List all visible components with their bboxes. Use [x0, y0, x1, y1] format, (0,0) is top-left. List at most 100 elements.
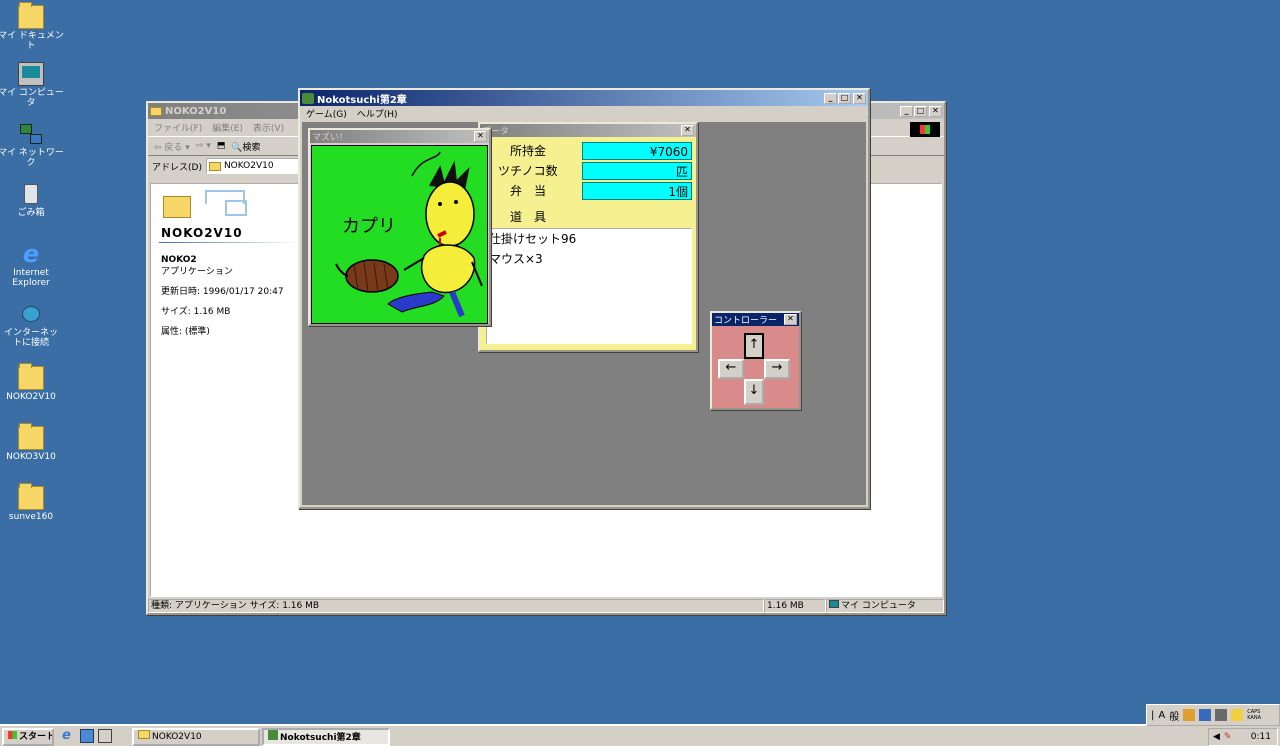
connect-icon	[18, 302, 44, 326]
window-title: Nokotsuchi第2章	[317, 94, 407, 106]
close-button[interactable]: ✕	[681, 125, 694, 136]
items-list[interactable]: 仕掛けセット96 マウス×3	[486, 228, 692, 344]
my-computer-icon	[829, 600, 839, 608]
game-menubar: ゲーム(G) ヘルプ(H)	[300, 106, 868, 120]
desktop-icon-ie[interactable]: e Internet Explorer	[0, 242, 65, 288]
ime-mode-label[interactable]: 般	[1169, 708, 1179, 723]
controller-titlebar[interactable]: コントローラー ✕	[712, 313, 799, 326]
task-explorer[interactable]: NOKO2V10	[132, 728, 260, 746]
file-info: NOKO2 アプリケーション 更新日時: 1996/01/17 20:47 サイ…	[161, 254, 284, 338]
menu-view[interactable]: 表示(V)	[253, 121, 284, 134]
menu-help[interactable]: ヘルプ(H)	[357, 107, 398, 120]
folder-icon	[163, 196, 191, 218]
status-size: 1.16 MB	[764, 599, 826, 613]
ime-help-icon[interactable]	[1231, 709, 1244, 721]
close-button[interactable]: ✕	[784, 314, 797, 325]
desktop-icon-label: Internet Explorer	[12, 268, 50, 288]
maximize-button[interactable]: □	[838, 92, 851, 104]
maximize-button[interactable]: □	[914, 105, 927, 117]
folder-icon	[138, 730, 150, 739]
event-illustration: カプリ	[311, 145, 488, 324]
my-documents-icon	[18, 2, 44, 29]
folder-icon	[18, 483, 44, 510]
close-button[interactable]: ✕	[853, 92, 866, 104]
menu-edit[interactable]: 編集(E)	[212, 121, 243, 134]
right-button[interactable]: →	[764, 359, 790, 379]
list-item[interactable]: 仕掛けセット96	[489, 229, 691, 249]
search-icon: 🔍	[231, 142, 243, 153]
desktop-icon-connect[interactable]: インターネットに接続	[0, 302, 65, 348]
address-label: アドレス(D)	[152, 162, 202, 173]
file-attributes: 属性: (標準)	[161, 327, 210, 337]
minimize-button[interactable]: _	[824, 92, 837, 104]
task-game[interactable]: Nokotsuchi第2章	[262, 728, 390, 746]
outlook-icon[interactable]	[80, 729, 94, 743]
desktop-icon-noko3v10[interactable]: NOKO3V10	[0, 423, 65, 462]
close-button[interactable]: ✕	[474, 131, 487, 142]
list-item[interactable]: マウス×3	[489, 249, 691, 269]
ime-mode-icon[interactable]: A	[1158, 710, 1165, 721]
desktop-icon-my-computer[interactable]: マイ コンピュータ	[0, 62, 65, 108]
desktop-icon-label: ごみ箱	[17, 208, 45, 218]
status-text: 種類: アプリケーション サイズ: 1.16 MB	[148, 599, 764, 613]
tsuchinoko-count-value: 匹	[582, 162, 692, 180]
show-desktop-icon[interactable]	[98, 729, 112, 743]
data-window: データ ✕ 所持金 ¥7060 ツチノコ数 匹 弁 当 1個 道 具 仕掛けセッ…	[478, 122, 698, 352]
desktop-icon-label: マイ コンピュータ	[0, 88, 64, 108]
clock: 0:11	[1250, 732, 1271, 742]
network-icon	[18, 122, 44, 146]
window-title: マズい！	[312, 133, 349, 143]
up-folder-button[interactable]: ⬒	[217, 141, 226, 151]
forward-button[interactable]: ⇨ ▾	[196, 141, 211, 151]
app-icon	[302, 92, 314, 104]
desktop-icon-label: インターネットに接続	[3, 328, 58, 348]
game-canvas: データ ✕ 所持金 ¥7060 ツチノコ数 匹 弁 当 1個 道 具 仕掛けセッ…	[302, 122, 866, 505]
ie-icon: e	[22, 240, 40, 268]
ime-handle-icon[interactable]: |	[1151, 710, 1154, 721]
controller-window: コントローラー ✕ ↑ ← → ↓	[710, 311, 801, 410]
illustration-caption: カプリ	[342, 216, 396, 237]
back-button[interactable]: ⇦ 戻る ▾	[154, 140, 190, 153]
taskbar: スタート e NOKO2V10 Nokotsuchi第2章 | A 般 CAPS…	[0, 704, 1280, 746]
ime-tool-icon[interactable]	[1215, 709, 1228, 721]
down-button[interactable]: ↓	[744, 379, 764, 405]
menu-game[interactable]: ゲーム(G)	[306, 107, 347, 120]
desktop-icon-label: NOKO3V10	[6, 452, 56, 462]
desktop-icon-sunve160[interactable]: sunve160	[0, 483, 65, 522]
desktop-icon-label: sunve160	[8, 512, 54, 522]
up-button[interactable]: ↑	[744, 333, 764, 359]
ime-pen-icon[interactable]: ✎	[1224, 732, 1232, 742]
system-tray: ◀ ✎ 0:11	[1208, 728, 1278, 746]
close-button[interactable]: ✕	[929, 105, 942, 117]
window-title: データ	[482, 127, 510, 137]
folder-icon	[18, 363, 44, 390]
game-titlebar[interactable]: Nokotsuchi第2章 _ □ ✕	[300, 90, 868, 106]
caps-kana-indicator: CAPS KANA	[1247, 709, 1261, 721]
ie-icon[interactable]: e	[62, 729, 76, 743]
left-button[interactable]: ←	[718, 359, 744, 379]
desktop-icon-noko2v10[interactable]: NOKO2V10	[0, 363, 65, 402]
desktop-icon-my-documents[interactable]: マイ ドキュメント	[0, 2, 65, 51]
bento-value: 1個	[582, 182, 692, 200]
items-label: 道 具	[510, 210, 547, 224]
desktop-icon-network[interactable]: マイ ネットワーク	[0, 122, 65, 168]
search-button[interactable]: 🔍検索	[231, 140, 260, 153]
ime-pad-icon[interactable]	[1183, 709, 1196, 721]
popup-titlebar[interactable]: マズい！ ✕	[310, 130, 489, 143]
file-modified: 更新日時: 1996/01/17 20:47	[161, 287, 284, 297]
bento-label: 弁 当	[510, 184, 547, 198]
data-window-titlebar[interactable]: データ ✕	[480, 124, 696, 137]
desktop-icon-recycle-bin[interactable]: ごみ箱	[0, 182, 65, 218]
volume-icon[interactable]: ◀	[1213, 732, 1220, 742]
minimize-button[interactable]: _	[900, 105, 913, 117]
quick-launch: e	[62, 729, 112, 743]
explorer-statusbar: 種類: アプリケーション サイズ: 1.16 MB 1.16 MB マイ コンピ…	[148, 599, 944, 613]
cartoon-bite-illustration: カプリ	[335, 151, 483, 318]
menu-file[interactable]: ファイル(F)	[154, 121, 202, 134]
window-title: コントローラー	[714, 316, 778, 326]
start-button[interactable]: スタート	[2, 728, 54, 746]
folder-icon	[18, 423, 44, 450]
game-window: Nokotsuchi第2章 _ □ ✕ ゲーム(G) ヘルプ(H) データ ✕ …	[298, 88, 870, 509]
tsuchinoko-count-label: ツチノコ数	[498, 164, 558, 178]
ime-dict-icon[interactable]	[1199, 709, 1212, 721]
